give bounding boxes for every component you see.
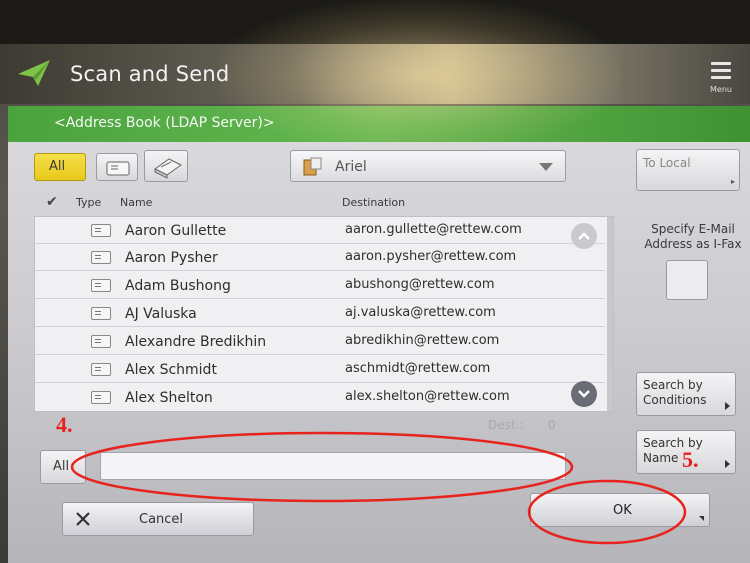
- list-row[interactable]: Adam Bushong abushong@rettew.com: [35, 272, 605, 299]
- paper-plane-icon: [18, 60, 50, 86]
- card-icon: [91, 335, 111, 348]
- breadcrumb-text: <Address Book (LDAP Server)>: [54, 115, 275, 131]
- to-local-button[interactable]: To Local ▸: [636, 149, 740, 191]
- search-by-conditions-button[interactable]: Search by Conditions: [636, 372, 736, 416]
- address-book-icon: [154, 158, 182, 179]
- scroll-up-button[interactable]: [571, 223, 597, 249]
- list-row[interactable]: Alex Shelton alex.shelton@rettew.com: [35, 384, 605, 411]
- arrow-icon: ▸: [730, 177, 735, 186]
- row-name: AJ Valuska: [125, 306, 197, 322]
- card-icon: [91, 391, 111, 404]
- list-row[interactable]: Alex Schmidt aschmidt@rettew.com: [35, 356, 605, 383]
- checkmark-icon: ✔: [46, 194, 58, 210]
- row-destination: aschmidt@rettew.com: [345, 361, 491, 376]
- list-row[interactable]: Alexandre Bredikhin abredikhin@rettew.co…: [35, 328, 605, 355]
- destination-count: Dest.: 0: [488, 418, 556, 432]
- address-book-selected: Ariel: [335, 159, 367, 175]
- close-icon: [76, 512, 90, 526]
- chevron-down-icon: [578, 390, 590, 398]
- row-destination: abushong@rettew.com: [345, 277, 495, 292]
- specify-ifax-checkbox[interactable]: [666, 260, 708, 300]
- header-type: Type: [76, 196, 102, 209]
- arrow-icon: [725, 402, 730, 410]
- app-title: Scan and Send: [70, 62, 230, 86]
- card-icon: [106, 161, 130, 176]
- row-name: Alexandre Bredikhin: [125, 334, 267, 350]
- row-destination: aaron.gullette@rettew.com: [345, 222, 522, 237]
- header-destination: Destination: [342, 196, 406, 209]
- search-by-conditions-label: Search by Conditions: [643, 378, 707, 407]
- arrow-icon: [725, 460, 730, 468]
- card-filter-button[interactable]: [96, 153, 138, 181]
- cancel-button[interactable]: Cancel: [62, 502, 254, 536]
- to-local-label: To Local: [643, 156, 691, 170]
- search-all-label: All: [53, 459, 70, 474]
- card-icon: [91, 363, 111, 376]
- row-name: Aaron Gullette: [125, 223, 227, 239]
- list-row[interactable]: Aaron Gullette aaron.gullette@rettew.com: [35, 217, 605, 244]
- arrow-icon: [699, 516, 704, 521]
- row-name: Adam Bushong: [125, 278, 231, 294]
- dest-count-value: 0: [548, 418, 556, 432]
- specify-ifax-label: Specify E-Mail Address as I-Fax: [644, 222, 742, 251]
- breadcrumb: <Address Book (LDAP Server)>: [8, 106, 750, 142]
- card-icon: [91, 251, 111, 264]
- row-destination: abredikhin@rettew.com: [345, 333, 500, 348]
- row-name: Alex Schmidt: [125, 362, 217, 378]
- header-name: Name: [120, 196, 153, 209]
- address-book-button[interactable]: [144, 150, 188, 182]
- scroll-down-button[interactable]: [571, 381, 597, 407]
- annotation-step-5: 5.: [682, 447, 699, 472]
- server-icon: [303, 157, 322, 176]
- address-book-select[interactable]: Ariel: [290, 150, 566, 182]
- row-name: Alex Shelton: [125, 390, 213, 406]
- row-name: Aaron Pysher: [125, 250, 218, 266]
- card-icon: [91, 224, 111, 237]
- chevron-down-icon: [539, 163, 553, 171]
- chevron-up-icon: [578, 232, 590, 240]
- all-tab-button[interactable]: All: [34, 153, 86, 181]
- card-icon: [91, 279, 111, 292]
- menu-label: Menu: [710, 85, 732, 94]
- row-destination: alex.shelton@rettew.com: [345, 389, 510, 404]
- all-tab-label: All: [49, 159, 66, 174]
- list-row[interactable]: Aaron Pysher aaron.pysher@rettew.com: [35, 244, 605, 271]
- address-list[interactable]: Aaron Gullette aaron.gullette@rettew.com…: [34, 216, 614, 412]
- row-destination: aaron.pysher@rettew.com: [345, 249, 517, 264]
- dest-label: Dest.:: [488, 418, 524, 432]
- search-name-input[interactable]: [100, 452, 566, 480]
- ok-label: OK: [613, 503, 632, 518]
- menu-button[interactable]: Menu: [704, 58, 742, 96]
- row-destination: aj.valuska@rettew.com: [345, 305, 496, 320]
- ok-button[interactable]: OK: [530, 493, 710, 527]
- annotation-step-4: 4.: [56, 412, 73, 437]
- list-row[interactable]: AJ Valuska aj.valuska@rettew.com: [35, 300, 605, 327]
- card-icon: [91, 307, 111, 320]
- search-all-button[interactable]: All: [40, 450, 86, 484]
- scrollbar[interactable]: [607, 217, 613, 411]
- cancel-label: Cancel: [139, 512, 184, 527]
